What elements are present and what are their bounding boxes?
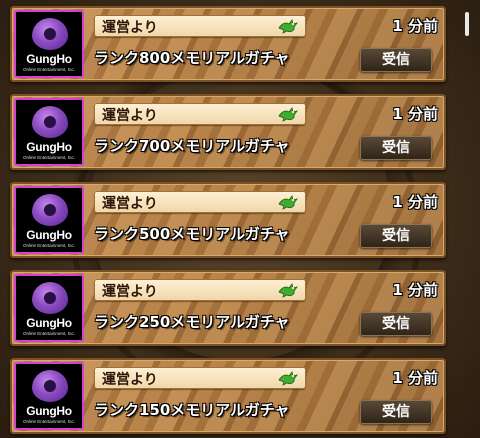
receive-button[interactable]: 受信 [360,48,432,72]
gungho-mark-icon [32,282,68,314]
gungho-mark-icon [32,18,68,50]
sender-label: 運営より [102,284,158,300]
time-label: 1 分前 [392,193,438,211]
sender-label: 運営より [102,20,158,36]
green-dragon-icon [278,107,298,122]
sender-bar: 運営より [94,103,306,125]
logo-text: GungHo [26,316,72,330]
mail-item[interactable]: GungHo Online Entertainment, Inc. 運営より 1… [10,358,446,434]
logo-text: GungHo [26,404,72,418]
gungho-logo: GungHo Online Entertainment, Inc. [14,10,84,78]
subject-label: ランク250メモリアルガチャ [94,313,290,331]
receive-button[interactable]: 受信 [360,400,432,424]
receive-button[interactable]: 受信 [360,312,432,336]
sender-bar: 運営より [94,279,306,301]
gungho-logo: GungHo Online Entertainment, Inc. [14,274,84,342]
subject-label: ランク800メモリアルガチャ [94,49,290,67]
logo-subtext: Online Entertainment, Inc. [22,243,76,248]
scrollbar[interactable] [460,0,480,438]
sender-bar: 運営より [94,191,306,213]
time-label: 1 分前 [392,369,438,387]
sender-label: 運営より [102,372,158,388]
time-label: 1 分前 [392,105,438,123]
logo-subtext: Online Entertainment, Inc. [22,419,76,424]
time-label: 1 分前 [392,17,438,35]
green-dragon-icon [278,195,298,210]
gungho-mark-icon [32,370,68,402]
sender-bar: 運営より [94,15,306,37]
time-label: 1 分前 [392,281,438,299]
gungho-logo: GungHo Online Entertainment, Inc. [14,362,84,430]
logo-text: GungHo [26,52,72,66]
sender-bar: 運営より [94,367,306,389]
scrollbar-thumb[interactable] [465,12,469,36]
logo-subtext: Online Entertainment, Inc. [22,155,76,160]
mail-item[interactable]: GungHo Online Entertainment, Inc. 運営より 1… [10,182,446,258]
gungho-mark-icon [32,106,68,138]
mail-item[interactable]: GungHo Online Entertainment, Inc. 運営より 1… [10,270,446,346]
subject-label: ランク150メモリアルガチャ [94,401,290,419]
gungho-logo: GungHo Online Entertainment, Inc. [14,186,84,254]
logo-subtext: Online Entertainment, Inc. [22,331,76,336]
sender-label: 運営より [102,108,158,124]
mail-item[interactable]: GungHo Online Entertainment, Inc. 運営より 1… [10,6,446,82]
logo-text: GungHo [26,228,72,242]
green-dragon-icon [278,19,298,34]
gungho-logo: GungHo Online Entertainment, Inc. [14,98,84,166]
logo-subtext: Online Entertainment, Inc. [22,67,76,72]
green-dragon-icon [278,283,298,298]
green-dragon-icon [278,371,298,386]
gungho-mark-icon [32,194,68,226]
logo-text: GungHo [26,140,72,154]
subject-label: ランク500メモリアルガチャ [94,225,290,243]
subject-label: ランク700メモリアルガチャ [94,137,290,155]
sender-label: 運営より [102,196,158,212]
receive-button[interactable]: 受信 [360,224,432,248]
mail-item[interactable]: GungHo Online Entertainment, Inc. 運営より 1… [10,94,446,170]
receive-button[interactable]: 受信 [360,136,432,160]
